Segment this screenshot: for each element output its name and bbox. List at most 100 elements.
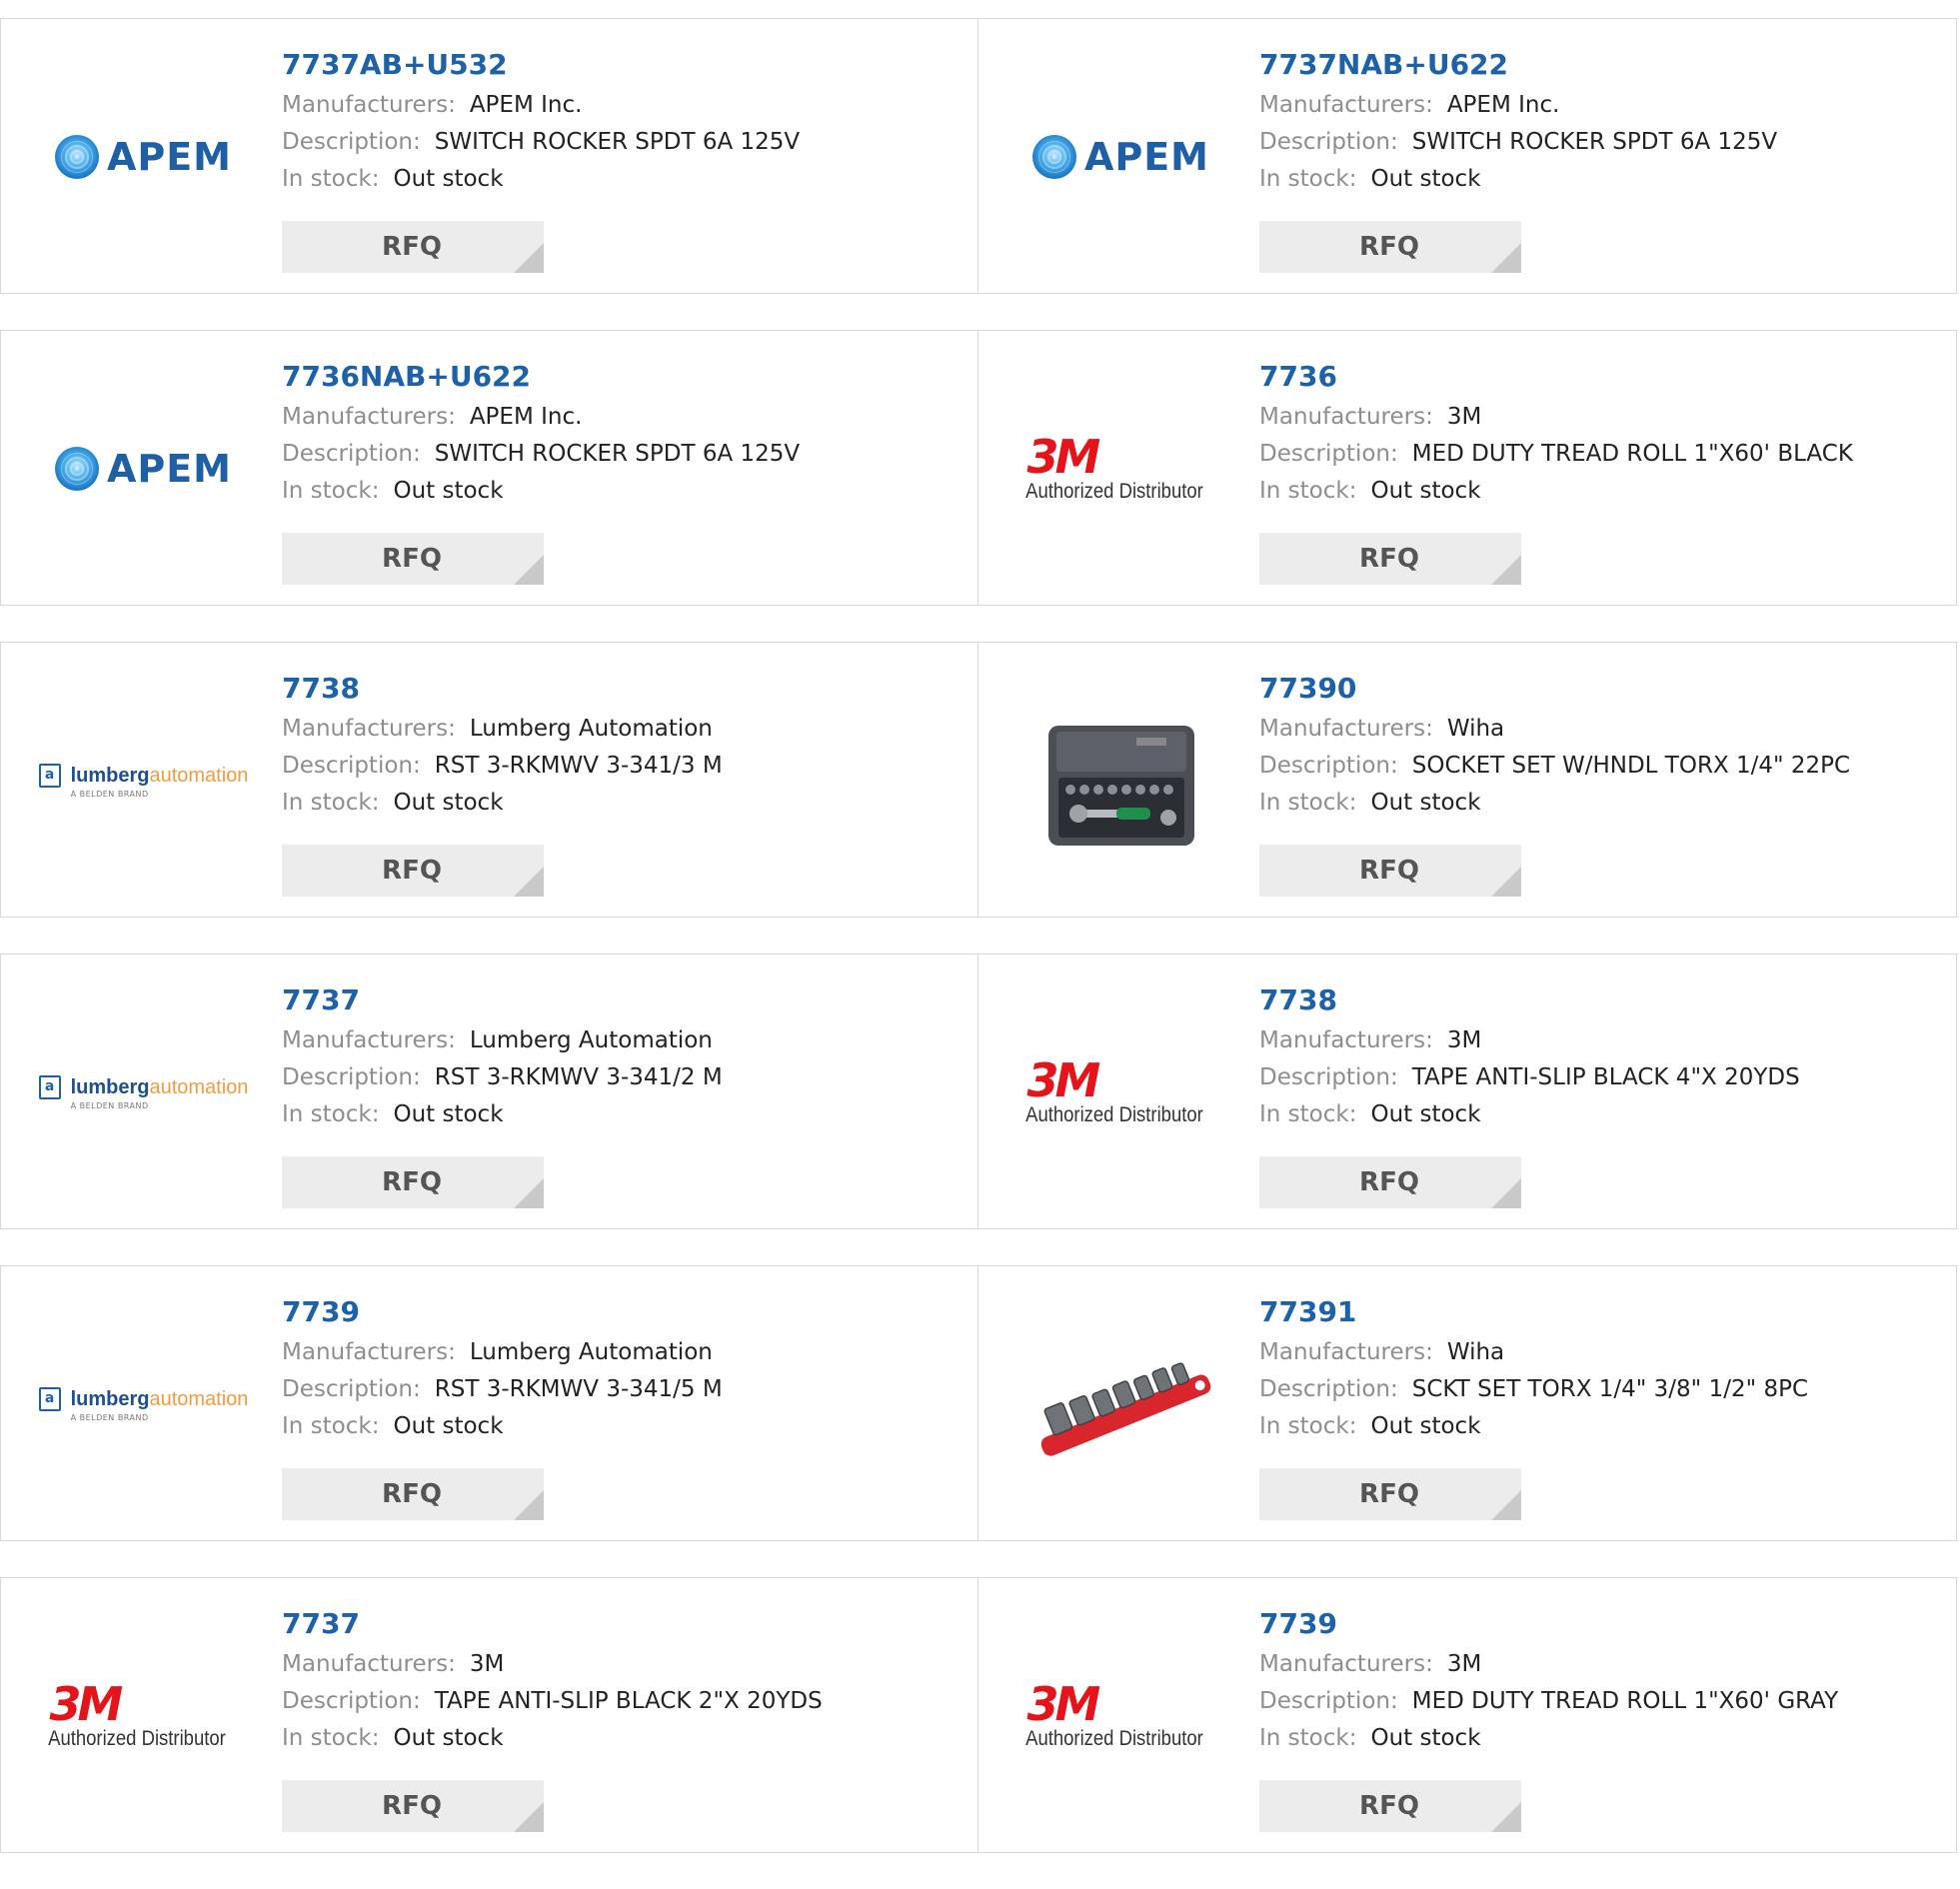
lumberg-subtitle: A BELDEN BRAND <box>70 1100 149 1110</box>
3m-logo: 3M Authorized Distributor <box>48 1681 238 1751</box>
manufacturer-row: Manufacturers: Lumberg Automation <box>282 1334 968 1371</box>
rfq-button[interactable]: RFQ <box>1259 1468 1521 1520</box>
description-row: Description: SOCKET SET W/HNDL TORX 1/4" … <box>1259 748 1946 785</box>
rfq-button[interactable]: RFQ <box>282 845 544 897</box>
manufacturer-logo <box>1018 1344 1223 1464</box>
manufacturer-value[interactable]: Wiha <box>1447 716 1504 742</box>
part-number-link[interactable]: 7739 <box>282 1294 968 1334</box>
rfq-button[interactable]: RFQ <box>1259 1156 1521 1208</box>
part-number-link[interactable]: 7739 <box>1259 1606 1946 1646</box>
product-info: 77390 Manufacturers: Wiha Description: SOC… <box>1259 671 1946 822</box>
description-value: RST 3-RKMWV 3-341/5 M <box>434 1376 723 1402</box>
manufacturer-label: Manufacturers: <box>282 404 456 430</box>
manufacturer-row: Manufacturers: APEM Inc. <box>282 87 968 124</box>
product-card: a lumbergautomation A BELDEN BRAND 7738 Ma… <box>0 642 979 918</box>
manufacturer-value[interactable]: Lumberg Automation <box>470 1339 713 1365</box>
product-row: APEM 7737AB+U532 Manufacturers: APEM Inc.… <box>0 18 1960 294</box>
manufacturer-value[interactable]: Lumberg Automation <box>470 716 713 742</box>
product-row: a lumbergautomation A BELDEN BRAND 7738 Ma… <box>0 642 1960 918</box>
part-number-link[interactable]: 7736 <box>1259 359 1946 399</box>
rfq-button[interactable]: RFQ <box>282 1156 544 1208</box>
stock-row: In stock: Out stock <box>282 1720 968 1757</box>
product-info: 7737 Manufacturers: 3M Description: TAPE A… <box>282 1606 968 1757</box>
description-value: TAPE ANTI-SLIP BLACK 4"X 20YDS <box>1411 1064 1800 1090</box>
apem-logo-text: APEM <box>106 135 233 179</box>
manufacturer-value[interactable]: APEM Inc. <box>470 92 583 118</box>
rfq-button[interactable]: RFQ <box>282 1468 544 1520</box>
rfq-button[interactable]: RFQ <box>1259 845 1521 897</box>
part-number-link[interactable]: 7736NAB+U622 <box>282 359 968 399</box>
manufacturer-value[interactable]: Lumberg Automation <box>470 1027 713 1053</box>
product-card: a lumbergautomation A BELDEN BRAND 7737 Ma… <box>0 953 979 1229</box>
rfq-button[interactable]: RFQ <box>282 221 544 273</box>
manufacturer-value[interactable]: Wiha <box>1447 1339 1504 1365</box>
product-card: 3M Authorized Distributor 7736 Manufactur… <box>978 330 1957 606</box>
manufacturer-value[interactable]: APEM Inc. <box>1447 92 1560 118</box>
manufacturer-logo: APEM <box>41 97 246 217</box>
part-number-link[interactable]: 7737 <box>282 982 968 1022</box>
lumberg-mark-icon: a <box>38 1074 61 1099</box>
product-info: 77391 Manufacturers: Wiha Description: SCK… <box>1259 1294 1946 1445</box>
rfq-button[interactable]: RFQ <box>1259 533 1521 585</box>
manufacturer-label: Manufacturers: <box>282 1027 456 1053</box>
rfq-label: RFQ <box>1359 1167 1419 1197</box>
description-label: Description: <box>282 441 421 467</box>
manufacturer-row: Manufacturers: 3M <box>282 1646 968 1683</box>
stock-value: Out stock <box>1370 1725 1481 1751</box>
product-row: a lumbergautomation A BELDEN BRAND 7739 Ma… <box>0 1265 1960 1541</box>
stock-label: In stock: <box>1259 166 1357 192</box>
stock-row: In stock: Out stock <box>282 473 968 510</box>
manufacturer-label: Manufacturers: <box>1259 404 1433 430</box>
part-number-link[interactable]: 77391 <box>1259 1294 1946 1334</box>
manufacturer-row: Manufacturers: APEM Inc. <box>282 399 968 436</box>
rfq-button[interactable]: RFQ <box>1259 221 1521 273</box>
manufacturer-label: Manufacturers: <box>1259 1339 1433 1365</box>
part-number-link[interactable]: 7738 <box>1259 982 1946 1022</box>
rfq-label: RFQ <box>382 856 442 886</box>
rfq-button[interactable]: RFQ <box>1259 1780 1521 1832</box>
part-number-link[interactable]: 7737NAB+U622 <box>1259 47 1946 87</box>
rfq-label: RFQ <box>382 1479 442 1509</box>
manufacturer-value[interactable]: APEM Inc. <box>470 404 583 430</box>
manufacturer-value[interactable]: 3M <box>1447 1027 1481 1053</box>
description-row: Description: TAPE ANTI-SLIP BLACK 4"X 20Y… <box>1259 1059 1946 1096</box>
description-label: Description: <box>1259 129 1398 155</box>
3m-mark: 3M <box>1026 430 1101 484</box>
rfq-button[interactable]: RFQ <box>282 1780 544 1832</box>
socket-case-photo <box>1021 681 1221 881</box>
description-row: Description: SWITCH ROCKER SPDT 6A 125V <box>282 124 968 161</box>
stock-value: Out stock <box>1370 166 1481 192</box>
product-row: 3M Authorized Distributor 7737 Manufactur… <box>0 1577 1960 1853</box>
manufacturer-logo: 3M Authorized Distributor <box>41 1656 246 1776</box>
stock-label: In stock: <box>1259 1725 1357 1751</box>
product-info: 7739 Manufacturers: Lumberg Automation De… <box>282 1294 968 1445</box>
stock-row: In stock: Out stock <box>1259 1720 1946 1757</box>
part-number-link[interactable]: 7738 <box>282 671 968 711</box>
part-number-link[interactable]: 7737 <box>282 1606 968 1646</box>
manufacturer-label: Manufacturers: <box>282 716 456 742</box>
product-card: 3M Authorized Distributor 7737 Manufactur… <box>0 1577 979 1853</box>
part-number-link[interactable]: 77390 <box>1259 671 1946 711</box>
rfq-label: RFQ <box>382 544 442 574</box>
stock-label: In stock: <box>1259 1413 1357 1439</box>
apem-globe-icon <box>1031 135 1076 179</box>
stock-label: In stock: <box>1259 478 1357 504</box>
description-row: Description: RST 3-RKMWV 3-341/5 M <box>282 1371 968 1408</box>
manufacturer-value[interactable]: 3M <box>470 1651 504 1677</box>
stock-value: Out stock <box>393 790 504 816</box>
3m-subtitle: Authorized Distributor <box>1024 1727 1203 1750</box>
lumberg-subtitle: A BELDEN BRAND <box>70 1412 149 1422</box>
stock-value: Out stock <box>393 478 504 504</box>
rfq-label: RFQ <box>1359 856 1419 886</box>
manufacturer-value[interactable]: 3M <box>1447 404 1481 430</box>
stock-value: Out stock <box>1370 1101 1481 1127</box>
description-value: TAPE ANTI-SLIP BLACK 2"X 20YDS <box>434 1688 823 1714</box>
apem-globe-icon <box>54 135 99 179</box>
lumberg-mark-icon: a <box>38 763 61 788</box>
product-card: 77391 Manufacturers: Wiha Description: SCK… <box>978 1265 1957 1541</box>
manufacturer-value[interactable]: 3M <box>1447 1651 1481 1677</box>
part-number-link[interactable]: 7737AB+U532 <box>282 47 968 87</box>
manufacturer-row: Manufacturers: 3M <box>1259 1646 1946 1683</box>
lumberg-logo-text: lumbergautomation <box>70 1075 249 1098</box>
rfq-button[interactable]: RFQ <box>282 533 544 585</box>
